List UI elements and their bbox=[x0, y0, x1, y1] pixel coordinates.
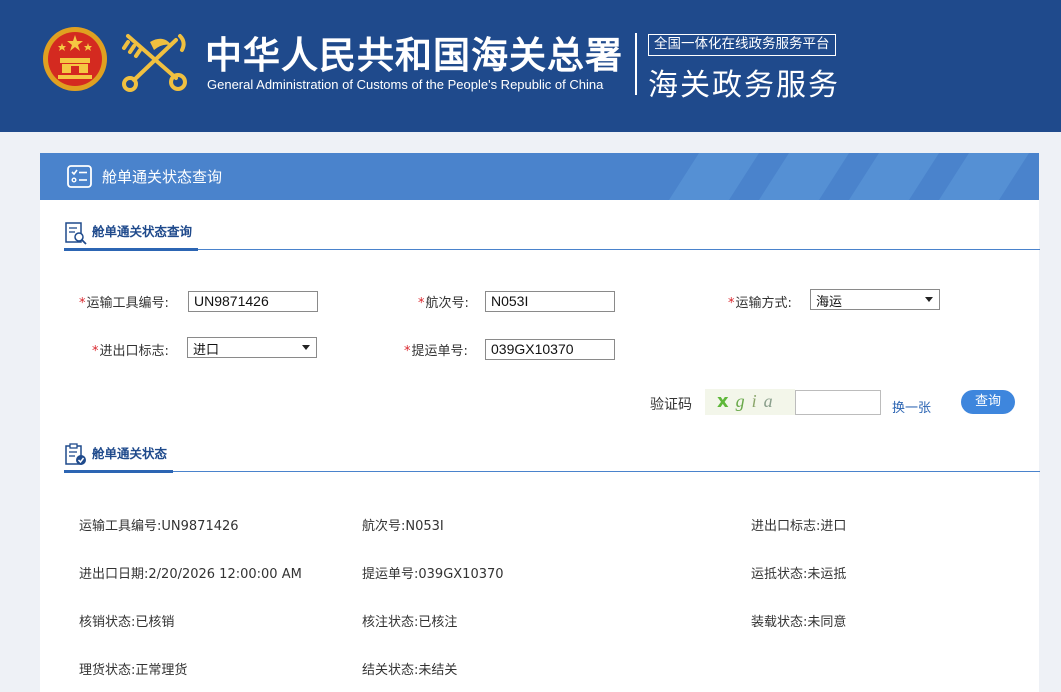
clipboard-check-icon bbox=[65, 443, 86, 465]
transport-mode-label-text: 运输方式: bbox=[735, 296, 792, 311]
customs-key-logo-icon bbox=[122, 34, 187, 92]
tab-status: 舱单通关状态 bbox=[64, 442, 174, 473]
status-field-label: 结关状态: bbox=[362, 663, 419, 678]
captcha-text: xgia bbox=[717, 391, 780, 412]
status-field: 进出口日期:2/20/2026 12:00:00 AM bbox=[79, 563, 302, 582]
bill-no-input[interactable]: 039GX10370 bbox=[485, 339, 615, 360]
status-field-label: 理货状态: bbox=[79, 663, 136, 678]
status-field-label: 进出口标志: bbox=[751, 519, 821, 534]
status-field-label: 航次号: bbox=[362, 519, 406, 534]
status-field: 运输工具编号:UN9871426 bbox=[79, 515, 239, 534]
transport-mode-label: *运输方式: bbox=[728, 292, 792, 311]
site-title: 中华人民共和国海关总署 bbox=[205, 33, 623, 77]
tab-query: 舱单通关状态查询 bbox=[64, 220, 199, 251]
status-field-value: 2/20/2026 12:00:00 AM bbox=[148, 567, 302, 582]
status-field: 装载状态:未同意 bbox=[751, 611, 846, 630]
status-field-value: 未同意 bbox=[807, 615, 847, 630]
status-field: 核销状态:已核销 bbox=[79, 611, 174, 630]
query-button[interactable]: 查询 bbox=[961, 390, 1015, 414]
site-title-english: General Administration of Customs of the… bbox=[207, 77, 604, 92]
transport-mode-value: 海运 bbox=[816, 295, 843, 310]
status-field-value: 未结关 bbox=[418, 663, 458, 678]
status-field: 运抵状态:未运抵 bbox=[751, 563, 846, 582]
captcha-char: i bbox=[751, 391, 764, 411]
status-field-value: 进口 bbox=[820, 519, 847, 534]
ie-flag-label: *进出口标志: bbox=[92, 340, 169, 359]
site-header: 中华人民共和国海关总署 General Administration of Cu… bbox=[0, 0, 1061, 132]
vehicle-no-label-text: 运输工具编号: bbox=[86, 296, 169, 311]
service-title: 海关政务服务 bbox=[648, 68, 840, 103]
status-field: 理货状态:正常理货 bbox=[79, 659, 187, 678]
captcha-char: a bbox=[763, 391, 780, 411]
bill-no-label: *提运单号: bbox=[404, 340, 468, 359]
checklist-icon bbox=[67, 165, 92, 188]
status-field-value: 正常理货 bbox=[135, 663, 188, 678]
document-search-icon bbox=[65, 222, 87, 245]
chevron-down-icon bbox=[925, 297, 933, 302]
query-section-header: 舱单通关状态查询 bbox=[64, 220, 1040, 251]
status-field-label: 核注状态: bbox=[362, 615, 419, 630]
captcha-char: g bbox=[735, 391, 752, 411]
status-field-label: 运抵状态: bbox=[751, 567, 808, 582]
platform-label: 全国一体化在线政务服务平台 bbox=[648, 34, 836, 56]
panel-title: 舱单通关状态查询 bbox=[102, 168, 223, 186]
captcha-label: 验证码 bbox=[650, 397, 692, 413]
status-field-value: 已核注 bbox=[418, 615, 458, 630]
status-field: 提运单号:039GX10370 bbox=[362, 563, 504, 582]
status-field: 进出口标志:进口 bbox=[751, 515, 846, 534]
status-field-label: 运输工具编号: bbox=[79, 519, 162, 534]
status-field-label: 装载状态: bbox=[751, 615, 808, 630]
ie-flag-select[interactable]: 进口 bbox=[187, 337, 317, 358]
status-field-value: UN9871426 bbox=[161, 519, 239, 534]
captcha-image[interactable]: xgia bbox=[705, 389, 795, 415]
status-field-label: 核销状态: bbox=[79, 615, 136, 630]
transport-mode-select[interactable]: 海运 bbox=[810, 289, 940, 310]
captcha-char: x bbox=[717, 391, 736, 412]
required-mark: * bbox=[92, 344, 99, 359]
voyage-no-input[interactable]: N053I bbox=[485, 291, 615, 312]
vehicle-no-input[interactable]: UN9871426 bbox=[188, 291, 318, 312]
voyage-no-label-text: 航次号: bbox=[425, 296, 469, 311]
required-mark: * bbox=[418, 296, 425, 311]
bill-no-label-text: 提运单号: bbox=[411, 344, 468, 359]
status-field-label: 进出口日期: bbox=[79, 567, 149, 582]
national-emblem-icon bbox=[43, 27, 107, 91]
header-decoration bbox=[669, 153, 1029, 200]
status-field-value: 039GX10370 bbox=[418, 567, 504, 582]
required-mark: * bbox=[79, 296, 86, 311]
chevron-down-icon bbox=[302, 345, 310, 350]
ie-flag-label-text: 进出口标志: bbox=[99, 344, 169, 359]
captcha-input[interactable] bbox=[795, 390, 881, 415]
vehicle-no-label: *运输工具编号: bbox=[79, 292, 169, 311]
status-field-label: 提运单号: bbox=[362, 567, 419, 582]
status-section-header: 舱单通关状态 bbox=[64, 442, 1040, 473]
query-section-title: 舱单通关状态查询 bbox=[92, 224, 193, 239]
ie-flag-value: 进口 bbox=[193, 343, 220, 358]
voyage-no-label: *航次号: bbox=[418, 292, 469, 311]
panel-header: 舱单通关状态查询 bbox=[40, 153, 1039, 200]
status-field-value: 未运抵 bbox=[807, 567, 847, 582]
header-divider bbox=[635, 33, 637, 95]
required-mark: * bbox=[728, 296, 735, 311]
status-field: 核注状态:已核注 bbox=[362, 611, 457, 630]
status-field: 航次号:N053I bbox=[362, 515, 444, 534]
status-field-value: 已核销 bbox=[135, 615, 175, 630]
required-mark: * bbox=[404, 344, 411, 359]
status-field: 结关状态:未结关 bbox=[362, 659, 457, 678]
status-section-title: 舱单通关状态 bbox=[92, 446, 168, 461]
query-panel: 舱单通关状态查询 舱单通关状态查询 *运输工具编号: UN9871426 *航次… bbox=[40, 153, 1040, 692]
refresh-captcha-link[interactable]: 换一张 bbox=[892, 397, 931, 416]
status-field-value: N053I bbox=[405, 519, 444, 534]
